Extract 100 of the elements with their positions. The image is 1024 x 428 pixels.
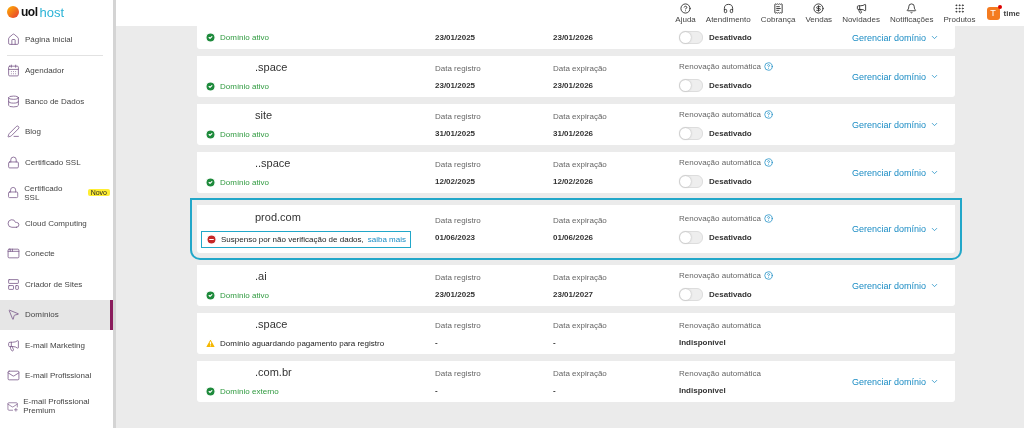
envelope-icon [7, 399, 19, 413]
manage-domain-link[interactable]: Gerenciar domínio [852, 119, 955, 130]
registered-date: 23/01/2025 [435, 80, 477, 90]
pen-icon [7, 125, 20, 139]
field-label: Renovação automática [679, 61, 761, 71]
header-action[interactable]: Atendimento [700, 2, 756, 24]
chevron-down-icon [930, 33, 940, 42]
dollar-icon [813, 2, 825, 14]
toggle-state: Desativado [709, 176, 752, 186]
toggle-state: Desativado [709, 289, 752, 299]
expiry-date: 23/01/2026 [553, 80, 595, 90]
manage-domain-link[interactable]: Gerenciar domínio [852, 376, 955, 387]
field-label: Data registro [435, 159, 482, 169]
help-icon[interactable] [763, 109, 773, 119]
registered-date: - [435, 385, 439, 395]
header-action-label: Ajuda [675, 14, 696, 24]
registered-date: 31/01/2025 [435, 128, 477, 138]
toggle-state: Desativado [709, 33, 752, 42]
header-action[interactable]: Notificações [884, 2, 939, 24]
receipt-icon [772, 2, 784, 14]
sidebar-item[interactable]: Criador de Sites [0, 269, 113, 300]
manage-domain-link[interactable]: Gerenciar domínio [852, 71, 955, 82]
help-icon[interactable] [763, 270, 773, 280]
expiry-date: 12/02/2026 [553, 176, 595, 186]
house-icon [7, 32, 20, 46]
registered-date: 23/01/2025 [435, 33, 477, 42]
sidebar-item[interactable]: Blog [0, 116, 113, 147]
warning-icon [205, 338, 216, 349]
field-label: Data registro [435, 216, 482, 225]
headset-icon [722, 2, 734, 14]
sidebar-item[interactable]: E-mail Profissional Premium [0, 391, 113, 422]
header-action[interactable]: Novidades [837, 2, 885, 24]
help-icon[interactable] [763, 61, 773, 71]
renewal-toggle[interactable] [679, 287, 703, 301]
header-action-label: Novidades [842, 14, 880, 24]
field-label: Data expiração [553, 272, 608, 282]
sidebar-item[interactable]: Página Inicial [0, 24, 113, 55]
sidebar-item-label: Agendador [25, 66, 65, 76]
expiry-date: - [553, 337, 557, 347]
registered-date: 01/06/2023 [435, 233, 477, 242]
registered-date: 12/02/2025 [435, 176, 477, 186]
header-action[interactable]: Vendas [800, 2, 838, 24]
sidebar-item[interactable]: Agendador [0, 55, 113, 86]
grid-icon [954, 2, 966, 14]
field-label: Renovação automática [679, 368, 762, 378]
user-name: time [1003, 8, 1020, 18]
header-action[interactable]: Cobrança [755, 2, 801, 24]
field-label: Data expiração [553, 159, 608, 169]
header-action[interactable]: Ajuda [670, 2, 701, 24]
renewal-toggle[interactable] [679, 31, 703, 44]
sidebar-item[interactable]: Banco de Dados [0, 86, 113, 117]
status-text: Domínio ativo [220, 130, 269, 139]
domain-name: .space [254, 318, 289, 330]
expiry-date: - [553, 385, 557, 395]
check-circle-icon [205, 177, 216, 188]
sidebar-item[interactable]: Cloud Computing [0, 208, 113, 239]
renewal-status: Indisponível [679, 385, 727, 395]
sidebar-item[interactable]: Domínios [0, 299, 113, 330]
logo-icon [7, 6, 19, 18]
learn-more-link[interactable]: saiba mais [367, 234, 406, 244]
bell-icon [906, 2, 918, 14]
sidebar-item-label: Blog [25, 127, 41, 137]
megaphone-icon [7, 338, 20, 352]
toggle-state: Desativado [709, 233, 752, 242]
manage-domain-link[interactable]: Gerenciar domínio [852, 280, 955, 291]
field-label: Renovação automática [679, 270, 761, 280]
help-icon[interactable] [763, 214, 773, 223]
sidebar-item-label: Banco de Dados [25, 96, 85, 106]
calendar-icon [7, 64, 20, 78]
renewal-toggle[interactable] [679, 78, 703, 92]
manage-domain-link[interactable]: Gerenciar domínio [852, 224, 955, 234]
renewal-toggle[interactable] [679, 126, 703, 140]
renewal-toggle[interactable] [679, 174, 703, 188]
domain-name: .ai [254, 270, 268, 282]
manage-domain-link[interactable]: Gerenciar domínio [852, 32, 955, 43]
sidebar-item[interactable]: E-mail Marketing [0, 330, 113, 361]
header-action-label: Vendas [805, 14, 833, 24]
renewal-toggle[interactable] [679, 231, 703, 244]
window-icon [7, 247, 20, 261]
cloud-icon [7, 216, 20, 230]
sidebar-item-label: Certificado SSL [25, 157, 81, 167]
chevron-down-icon [930, 281, 940, 290]
domain-name: site [254, 109, 274, 121]
notification-dot [997, 4, 1002, 9]
sidebar-item[interactable]: Certificado SSL [0, 147, 113, 178]
help-icon[interactable] [763, 157, 773, 167]
sidebar-item-label: Certificado SSL [24, 183, 64, 202]
manage-domain-link[interactable]: Gerenciar domínio [852, 167, 955, 178]
expiry-date: 23/01/2027 [553, 289, 595, 299]
help-icon [680, 2, 692, 14]
chevron-down-icon [930, 120, 940, 129]
header-action[interactable]: Produtos [938, 2, 981, 24]
sidebar-item-label: Conecte [25, 249, 55, 259]
status-text: Domínio ativo [220, 291, 269, 300]
sidebar-item[interactable]: E-mail Profissional [0, 360, 113, 391]
toggle-state: Desativado [709, 128, 752, 138]
lock-icon [7, 186, 20, 200]
sidebar-item[interactable]: Conecte [0, 238, 113, 269]
megaphone-icon [855, 2, 867, 14]
stop-icon [206, 233, 217, 245]
